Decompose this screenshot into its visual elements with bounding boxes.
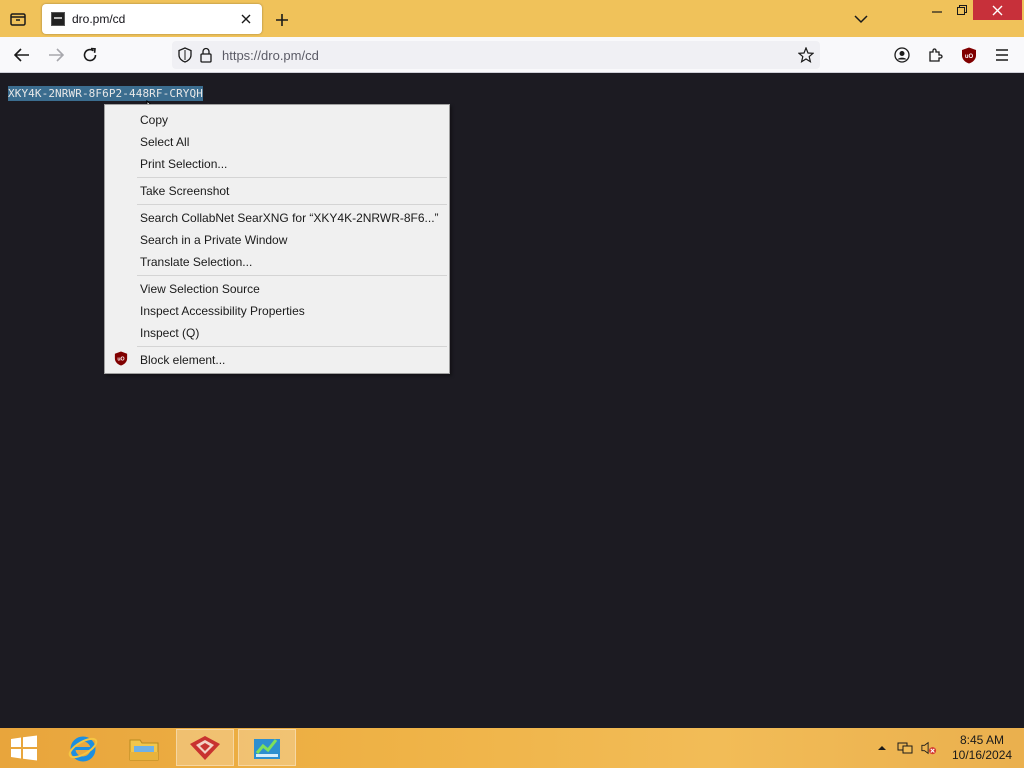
reload-icon[interactable]: [78, 43, 102, 67]
forward-arrow-icon[interactable]: [44, 43, 68, 67]
bookmark-star-icon[interactable]: [797, 46, 815, 66]
clock-date: 10/16/2024: [952, 748, 1013, 762]
back-arrow-icon[interactable]: [10, 43, 34, 67]
svg-text:uO: uO: [117, 357, 124, 363]
menu-item-select-all[interactable]: Select All: [140, 135, 189, 149]
tab-list-icon[interactable]: [6, 8, 30, 30]
shield-icon[interactable]: [178, 47, 192, 66]
url-scheme: https://: [222, 48, 262, 63]
menu-hamburger-icon[interactable]: [990, 43, 1014, 67]
menu-item-block-element[interactable]: Block element...: [140, 353, 225, 367]
lock-icon[interactable]: [200, 47, 212, 66]
menu-item-translate-selection[interactable]: Translate Selection...: [140, 255, 252, 269]
ublock-origin-icon: uO: [114, 351, 128, 369]
chevron-down-icon[interactable]: [850, 10, 872, 28]
new-tab-plus-icon[interactable]: [271, 9, 293, 31]
menu-item-take-screenshot[interactable]: Take Screenshot: [140, 184, 229, 198]
network-icon[interactable]: [897, 740, 913, 756]
context-menu: Copy Select All Print Selection... Take …: [104, 104, 450, 374]
url-bar[interactable]: https://dro.pm/cd: [172, 41, 820, 69]
menu-item-copy[interactable]: Copy: [140, 113, 168, 127]
red-app-icon[interactable]: [176, 729, 234, 766]
tab-active[interactable]: dro.pm/cd: [42, 4, 262, 34]
browser-titlebar: dro.pm/cd: [0, 0, 1024, 37]
menu-item-inspect[interactable]: Inspect (Q): [140, 326, 199, 340]
ublock-origin-icon[interactable]: uO: [957, 43, 981, 67]
file-explorer-icon[interactable]: [115, 729, 173, 766]
menu-separator: [137, 177, 447, 178]
menu-item-search-searxng[interactable]: Search CollabNet SearXNG for “XKY4K-2NRW…: [140, 211, 439, 225]
selected-key-text[interactable]: XKY4K-2NRWR-8F6P2-448RF-CRYQH: [8, 86, 203, 101]
menu-item-inspect-accessibility[interactable]: Inspect Accessibility Properties: [140, 304, 305, 318]
menu-item-view-selection-source[interactable]: View Selection Source: [140, 282, 260, 296]
close-tab-icon[interactable]: [238, 11, 254, 27]
tab-title: dro.pm/cd: [72, 12, 126, 26]
volume-muted-icon[interactable]: [921, 740, 937, 756]
chart-app-icon[interactable]: [238, 729, 296, 766]
site-favicon-icon: [51, 12, 65, 26]
chevron-up-icon[interactable]: [874, 740, 890, 756]
internet-explorer-icon[interactable]: [54, 729, 112, 766]
url-host: dro.pm/cd: [261, 48, 319, 63]
extensions-puzzle-icon[interactable]: [924, 43, 948, 67]
url-text: https://dro.pm/cd: [222, 48, 319, 63]
menu-separator: [137, 275, 447, 276]
svg-text:uO: uO: [965, 54, 974, 60]
clock-time: 8:45 AM: [959, 733, 1005, 747]
menu-separator: [137, 204, 447, 205]
menu-item-search-private-window[interactable]: Search in a Private Window: [140, 233, 287, 247]
menu-separator: [137, 346, 447, 347]
close-window-icon[interactable]: [973, 0, 1022, 20]
clock[interactable]: 8:45 AM 10/16/2024: [952, 733, 1012, 763]
account-icon[interactable]: [890, 43, 914, 67]
navigation-toolbar: https://dro.pm/cd uO: [0, 37, 1024, 73]
taskbar: 8:45 AM 10/16/2024: [0, 728, 1024, 768]
windows-logo-icon[interactable]: [0, 729, 48, 766]
menu-item-print-selection[interactable]: Print Selection...: [140, 157, 227, 171]
